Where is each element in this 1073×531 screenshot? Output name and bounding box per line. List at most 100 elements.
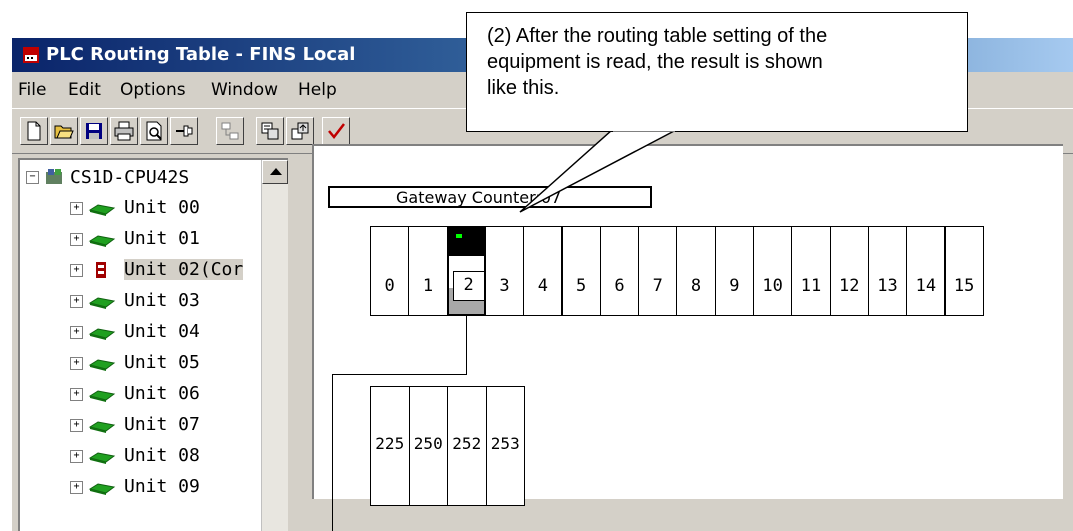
check-icon xyxy=(328,123,345,139)
network-entry[interactable]: 225 xyxy=(370,386,410,506)
expand-icon[interactable]: + xyxy=(70,450,83,463)
unit-slot[interactable]: 6 xyxy=(599,226,640,316)
tree-scrollbar[interactable] xyxy=(261,160,288,531)
app-icon xyxy=(23,47,39,63)
expand-icon[interactable]: + xyxy=(70,388,83,401)
tree-item-unit[interactable]: + Unit 05 xyxy=(26,349,266,375)
unit-slot[interactable]: 4 xyxy=(523,226,563,316)
io-unit-icon xyxy=(88,483,116,495)
tree-item-unit[interactable]: + Unit 04 xyxy=(26,318,266,344)
window-title: PLC Routing Table - FINS Local xyxy=(46,44,356,65)
menu-edit[interactable]: Edit xyxy=(68,80,101,100)
unit-slot[interactable]: 12 xyxy=(829,226,869,316)
callout-line: equipment is read, the result is shown xyxy=(487,51,823,73)
slot-number: 3 xyxy=(499,276,510,296)
network-entry[interactable]: 250 xyxy=(408,386,448,506)
menu-window[interactable]: Window xyxy=(211,80,278,100)
gateway-counter-label: Gateway Counter:07 xyxy=(396,188,562,207)
slot-number: 4 xyxy=(537,276,548,296)
slot-number: 8 xyxy=(690,276,702,296)
callout-line: (2) After the routing table setting of t… xyxy=(487,25,828,47)
expand-icon[interactable]: + xyxy=(70,419,83,432)
network-entry[interactable]: 252 xyxy=(447,386,487,506)
slot-number: 6 xyxy=(614,276,625,296)
tree-item-label: Unit 01 xyxy=(124,228,200,249)
expand-icon[interactable]: + xyxy=(70,264,83,277)
unit-slot[interactable]: 7 xyxy=(638,226,678,316)
io-unit-icon xyxy=(88,235,116,247)
expand-icon[interactable]: + xyxy=(70,295,83,308)
slot-number: 9 xyxy=(729,276,740,296)
read-from-plc-button[interactable] xyxy=(256,117,284,145)
collapse-icon[interactable]: − xyxy=(26,171,39,184)
pin-icon xyxy=(176,125,193,137)
unit-slot[interactable]: 15 xyxy=(944,226,984,316)
network-number: 252 xyxy=(452,434,482,453)
project-tree[interactable]: − CS1D-CPU42S + Unit 00 + Unit 01 + Unit 02(C… xyxy=(18,158,288,531)
slot-number: 12 xyxy=(839,276,860,296)
tree-item-label: Unit 07 xyxy=(124,414,200,435)
network-entry[interactable]: 253 xyxy=(485,386,525,506)
tree-item-unit[interactable]: + Unit 02(Cor xyxy=(26,256,266,282)
plc-icon xyxy=(46,169,62,184)
network-number: 253 xyxy=(490,434,520,453)
unit-slot[interactable]: 8 xyxy=(676,226,716,316)
print-icon xyxy=(114,121,134,141)
tree-item-label: Unit 08 xyxy=(124,445,200,466)
network-number: 250 xyxy=(413,434,443,453)
tree-item-unit[interactable]: + Unit 08 xyxy=(26,442,266,468)
unit-slot[interactable]: 10 xyxy=(753,226,793,316)
unit-slot[interactable]: 1 xyxy=(408,226,448,316)
tree-item-label: Unit 03 xyxy=(124,290,200,311)
tree-root-label: CS1D-CPU42S xyxy=(70,167,190,188)
save-button[interactable] xyxy=(80,117,108,145)
network-number: 225 xyxy=(375,434,405,453)
io-unit-icon xyxy=(88,421,116,433)
slot-number: 0 xyxy=(384,276,395,296)
tree-item-unit[interactable]: + Unit 06 xyxy=(26,380,266,406)
connection-line xyxy=(466,316,467,374)
tree-item-unit[interactable]: + Unit 01 xyxy=(26,225,266,251)
menu-file[interactable]: File xyxy=(18,80,46,100)
tree-item-unit[interactable]: + Unit 09 xyxy=(26,473,266,499)
menu-options[interactable]: Options xyxy=(120,80,186,100)
menu-help[interactable]: Help xyxy=(298,80,337,100)
read-from-plc-icon xyxy=(261,122,279,140)
network-transfer-button[interactable] xyxy=(216,117,244,145)
pin-button[interactable] xyxy=(170,117,198,145)
unit-slot[interactable]: 9 xyxy=(714,226,754,316)
open-icon xyxy=(54,125,74,139)
status-led xyxy=(455,234,462,238)
network-transfer-icon xyxy=(221,122,239,140)
io-unit-icon xyxy=(88,359,116,371)
slot-number: 7 xyxy=(652,276,663,296)
tree-item-unit[interactable]: + Unit 07 xyxy=(26,411,266,437)
io-unit-icon xyxy=(88,328,116,340)
expand-icon[interactable]: + xyxy=(70,481,83,494)
tree-root[interactable]: − CS1D-CPU42S xyxy=(26,164,266,190)
unit-slot[interactable]: 2 xyxy=(446,226,486,316)
unit-slot[interactable]: 13 xyxy=(867,226,908,316)
new-button[interactable] xyxy=(20,117,48,145)
expand-icon[interactable]: + xyxy=(70,202,83,215)
unit-slot[interactable]: 14 xyxy=(906,226,946,316)
write-to-plc-button[interactable] xyxy=(286,117,314,145)
unit-slot[interactable]: 5 xyxy=(561,226,601,316)
unit-slot[interactable]: 0 xyxy=(370,226,410,316)
expand-icon[interactable]: + xyxy=(70,326,83,339)
slot-number: 15 xyxy=(953,276,975,296)
scroll-up-button[interactable] xyxy=(262,160,288,184)
print-preview-button[interactable] xyxy=(140,117,168,145)
unit-slot[interactable]: 3 xyxy=(484,226,525,316)
tree-item-unit[interactable]: + Unit 00 xyxy=(26,194,266,220)
expand-icon[interactable]: + xyxy=(70,233,83,246)
expand-icon[interactable]: + xyxy=(70,357,83,370)
unit-slot[interactable]: 11 xyxy=(791,226,831,316)
print-button[interactable] xyxy=(110,117,138,145)
slot-number: 2 xyxy=(452,271,485,301)
check-button[interactable] xyxy=(322,117,350,145)
save-icon xyxy=(86,123,102,139)
open-button[interactable] xyxy=(50,117,78,145)
slot-number: 5 xyxy=(576,276,587,296)
tree-item-unit[interactable]: + Unit 03 xyxy=(26,287,266,313)
